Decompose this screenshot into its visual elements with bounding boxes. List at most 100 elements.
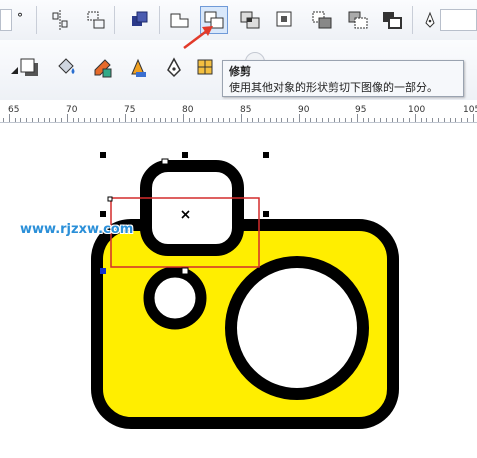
ruler-tick	[293, 118, 294, 122]
node-handle[interactable]	[161, 158, 169, 165]
ruler-tick	[345, 118, 346, 122]
align-icon	[52, 10, 68, 30]
ruler-tick	[264, 118, 265, 122]
ruler-tick	[171, 118, 172, 122]
node-handle[interactable]	[107, 196, 113, 202]
ruler-tick	[241, 114, 242, 122]
ruler-label: 105	[463, 105, 477, 115]
ruler-tick	[409, 118, 410, 122]
ruler-tick	[49, 118, 50, 122]
create-boundary-button[interactable]	[378, 6, 406, 34]
mesh-fill-icon	[197, 59, 213, 75]
pointer-arrow	[183, 26, 213, 49]
ruler-tick	[32, 118, 33, 122]
ruler-tick	[397, 118, 398, 122]
fountain-pen-icon	[167, 57, 181, 78]
interactive-fill-button[interactable]	[124, 54, 152, 82]
paint-bucket-icon	[58, 58, 75, 74]
ruler-tick	[473, 114, 474, 122]
back-minus-front-icon	[348, 11, 368, 29]
combine-icon	[132, 11, 148, 26]
ruler-tick	[154, 118, 155, 122]
eyedropper-icon	[94, 59, 112, 78]
camera-lens-circle[interactable]	[225, 256, 369, 400]
ruler-tick	[351, 118, 352, 122]
ruler-tick	[252, 118, 253, 122]
outline-pen-tool-button[interactable]	[160, 54, 188, 82]
position-field[interactable]	[0, 9, 12, 31]
ruler-tick	[438, 118, 439, 122]
boundary-icon	[383, 12, 402, 29]
ruler-tick	[67, 114, 68, 122]
drop-shadow-button[interactable]	[16, 54, 44, 82]
ruler-tick	[223, 118, 224, 122]
front-minus-back-button[interactable]	[308, 6, 336, 34]
trim-tooltip: 修剪 使用其他对象的形状剪切下图像的一部分。	[222, 60, 464, 97]
ruler-tick	[189, 118, 190, 122]
ruler-tick	[20, 118, 21, 122]
tooltip-title: 修剪	[229, 65, 251, 78]
ruler-tick	[328, 118, 329, 122]
ruler-tick	[229, 118, 230, 122]
color-eyedropper-button[interactable]	[88, 54, 116, 82]
drawing-canvas[interactable]	[0, 123, 477, 454]
ruler-tick	[270, 118, 271, 122]
toolbar-separator	[412, 6, 413, 34]
ruler-tick	[113, 118, 114, 122]
ruler-tick	[90, 118, 91, 122]
ruler-tick	[218, 118, 219, 122]
camera-drawing	[91, 152, 399, 429]
ruler-tick	[61, 118, 62, 122]
camera-viewfinder[interactable]	[140, 160, 244, 256]
ruler-tick	[212, 118, 213, 122]
ruler-tick	[368, 118, 369, 122]
ruler-label: 100	[408, 105, 426, 115]
order-button[interactable]	[82, 6, 110, 34]
ruler-tick	[276, 118, 277, 122]
align-distribute-button[interactable]	[46, 6, 74, 34]
ruler-tick	[15, 118, 16, 122]
ruler-tick	[415, 114, 416, 122]
camera-flash-circle[interactable]	[143, 266, 207, 330]
ruler-tick	[142, 118, 143, 122]
fill-tool-icon	[131, 58, 146, 77]
ruler-tick	[450, 118, 451, 122]
ruler-tick	[363, 118, 364, 122]
ruler-tick	[461, 118, 462, 122]
order-icon	[87, 11, 105, 29]
ruler-tick	[102, 118, 103, 122]
ruler-tick	[426, 118, 427, 122]
ruler-tick	[55, 118, 56, 122]
horizontal-ruler[interactable]: 65 70 75 80 85 90 95 100 105	[0, 100, 477, 123]
ruler-tick	[357, 114, 358, 122]
outline-width-field[interactable]	[440, 9, 477, 31]
mesh-fill-button[interactable]	[192, 54, 220, 82]
ruler-tick	[3, 118, 4, 122]
ruler-tick	[200, 118, 201, 122]
ruler-tick	[26, 118, 27, 122]
ruler-tick	[247, 118, 248, 122]
combine-button[interactable]	[125, 6, 153, 34]
ruler-tick	[206, 118, 207, 122]
ruler-tick	[235, 118, 236, 122]
simplify-button[interactable]	[272, 6, 300, 34]
ruler-tick	[119, 118, 120, 122]
fill-bucket-button[interactable]	[52, 54, 80, 82]
ruler-tick	[281, 118, 282, 122]
intersect-button[interactable]	[236, 6, 264, 34]
back-minus-front-button[interactable]	[344, 6, 372, 34]
ruler-tick	[165, 118, 166, 122]
ruler-tick	[305, 118, 306, 122]
ruler-tick	[421, 118, 422, 122]
ruler-tick	[125, 114, 126, 122]
ruler-tick	[136, 118, 137, 122]
ruler-tick	[183, 114, 184, 122]
ruler-tick	[131, 118, 132, 122]
ruler-tick	[44, 118, 45, 122]
ruler-tick	[444, 118, 445, 122]
ruler-tick	[38, 118, 39, 122]
ruler-tick	[432, 118, 433, 122]
ruler-tick	[310, 118, 311, 122]
toolbar-separator	[114, 6, 115, 34]
ruler-tick	[160, 118, 161, 122]
